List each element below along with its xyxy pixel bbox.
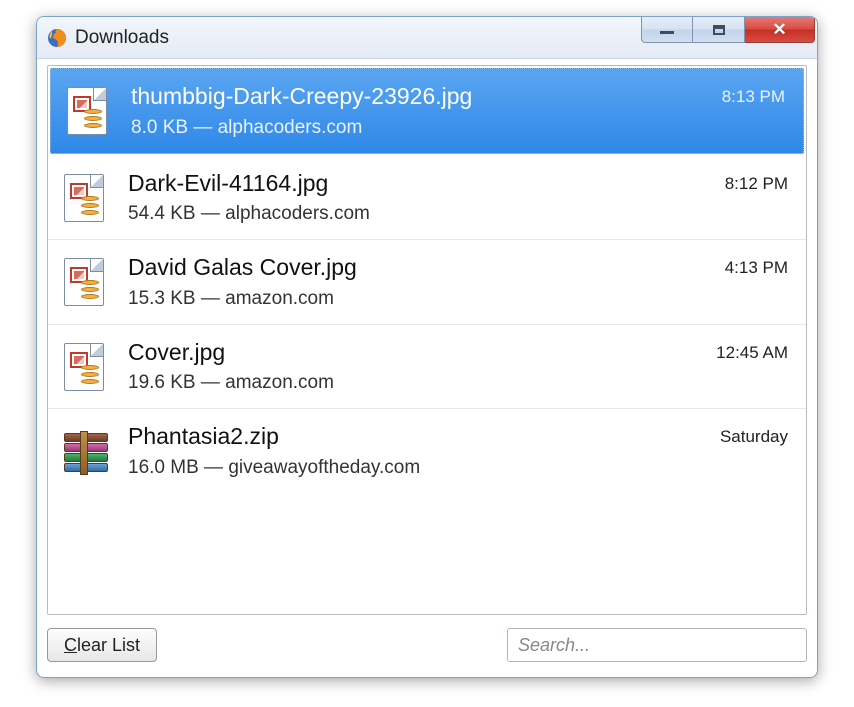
archive-file-icon xyxy=(64,427,108,475)
download-time: 8:13 PM xyxy=(722,87,785,107)
download-info: Phantasia2.zip 16.0 MB — giveawayoftheday… xyxy=(128,423,708,479)
download-time: Saturday xyxy=(720,427,788,447)
download-meta: 8.0 KB — alphacoders.com xyxy=(131,117,710,139)
image-file-icon xyxy=(64,258,108,306)
download-filename: thumbbig-Dark-Creepy-23926.jpg xyxy=(131,83,710,111)
download-info: Dark-Evil-41164.jpg 54.4 KB — alphacoders… xyxy=(128,170,713,226)
firefox-icon xyxy=(47,28,67,48)
download-item[interactable]: Phantasia2.zip 16.0 MB — giveawayoftheday… xyxy=(48,409,806,493)
close-button[interactable]: ✕ xyxy=(745,17,815,43)
download-item[interactable]: Cover.jpg 19.6 KB — amazon.com 12:45 AM xyxy=(48,325,806,410)
download-filename: Phantasia2.zip xyxy=(128,423,708,451)
download-info: David Galas Cover.jpg 15.3 KB — amazon.co… xyxy=(128,254,713,310)
download-filename: David Galas Cover.jpg xyxy=(128,254,713,282)
download-info: thumbbig-Dark-Creepy-23926.jpg 8.0 KB — a… xyxy=(131,83,710,139)
downloads-list: thumbbig-Dark-Creepy-23926.jpg 8.0 KB — a… xyxy=(47,65,807,615)
download-item[interactable]: Dark-Evil-41164.jpg 54.4 KB — alphacoders… xyxy=(48,156,806,241)
download-info: Cover.jpg 19.6 KB — amazon.com xyxy=(128,339,704,395)
download-filename: Cover.jpg xyxy=(128,339,704,367)
maximize-button[interactable] xyxy=(693,17,745,43)
download-item[interactable]: David Galas Cover.jpg 15.3 KB — amazon.co… xyxy=(48,240,806,325)
image-file-icon xyxy=(67,87,111,135)
download-meta: 19.6 KB — amazon.com xyxy=(128,372,704,394)
minimize-icon xyxy=(660,31,674,34)
clear-list-button[interactable]: Clear List xyxy=(47,628,157,662)
download-meta: 15.3 KB — amazon.com xyxy=(128,288,713,310)
download-meta: 16.0 MB — giveawayoftheday.com xyxy=(128,457,708,479)
download-item[interactable]: thumbbig-Dark-Creepy-23926.jpg 8.0 KB — a… xyxy=(50,68,804,154)
close-icon: ✕ xyxy=(772,20,786,40)
titlebar: Downloads ✕ xyxy=(37,17,817,59)
image-file-icon xyxy=(64,174,108,222)
download-time: 4:13 PM xyxy=(725,258,788,278)
window-title: Downloads xyxy=(75,27,169,49)
download-filename: Dark-Evil-41164.jpg xyxy=(128,170,713,198)
maximize-icon xyxy=(713,25,725,35)
image-file-icon xyxy=(64,343,108,391)
download-time: 8:12 PM xyxy=(725,174,788,194)
window-controls: ✕ xyxy=(641,17,815,43)
footer: Clear List xyxy=(47,623,807,667)
minimize-button[interactable] xyxy=(641,17,693,43)
download-meta: 54.4 KB — alphacoders.com xyxy=(128,203,713,225)
download-time: 12:45 AM xyxy=(716,343,788,363)
downloads-window: Downloads ✕ thumbbig-Dark-Creepy-23926.j… xyxy=(36,16,818,678)
search-input[interactable] xyxy=(507,628,807,662)
